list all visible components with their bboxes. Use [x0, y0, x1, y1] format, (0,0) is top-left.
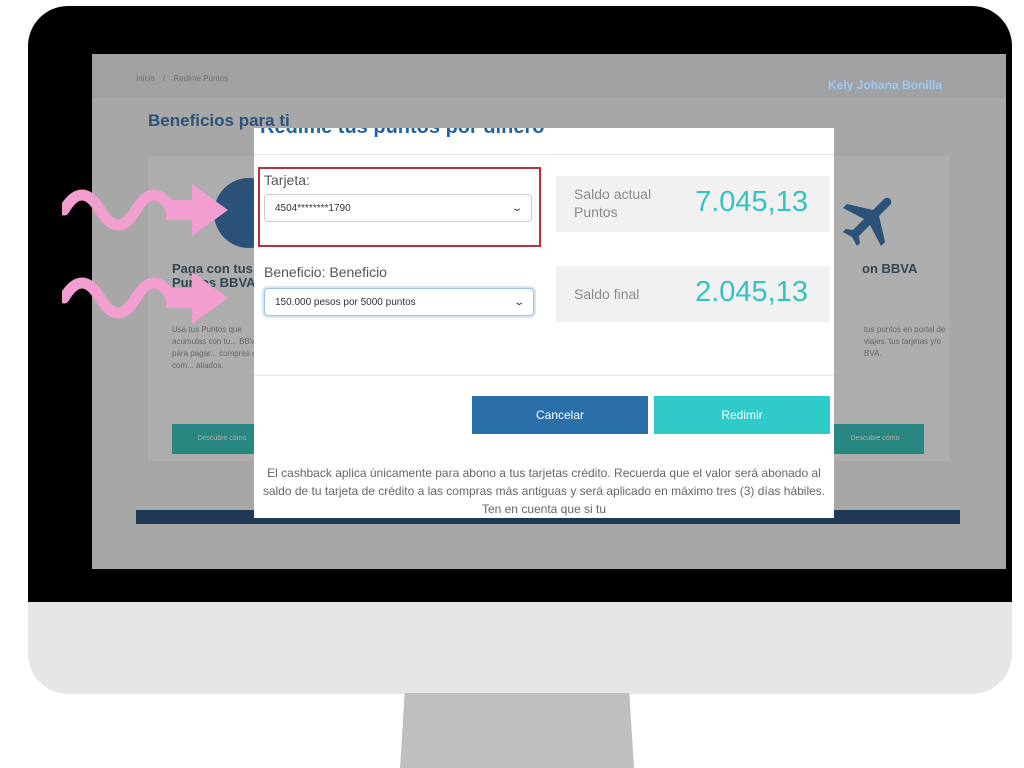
modal-title: Redime tus puntos por dinero: [260, 128, 544, 139]
current-balance-value: 7.045,13: [695, 186, 808, 218]
card-label: Tarjeta:: [264, 172, 310, 188]
cancel-button[interactable]: Cancelar: [472, 396, 648, 434]
card-select-value: 4504********1790: [275, 202, 351, 214]
current-balance-label-line2: Puntos: [574, 204, 618, 220]
final-balance-value: 2.045,13: [695, 276, 808, 308]
card-select[interactable]: 4504********1790 ⌄: [264, 194, 532, 222]
annotation-arrow-benefit: [62, 272, 228, 324]
annotation-arrow-card: [62, 184, 228, 236]
monitor-body: Inicio / Redime Puntos Beneficios para t…: [28, 6, 1012, 694]
benefit-select-value: 150.000 pesos por 5000 puntos: [275, 296, 416, 308]
final-balance-box: Saldo final 2.045,13: [556, 266, 830, 322]
chevron-down-icon: ⌄: [510, 202, 523, 214]
modal-footer-divider: [254, 375, 834, 376]
cashback-note: El cashback aplica únicamente para abono…: [262, 466, 826, 516]
current-balance-box: Saldo actual Puntos 7.045,13: [556, 176, 830, 232]
benefit-select[interactable]: 150.000 pesos por 5000 puntos ⌄: [264, 288, 534, 316]
final-balance-label: Saldo final: [574, 286, 640, 302]
monitor-stand: [400, 693, 634, 768]
current-balance-label: Saldo actual Puntos: [574, 185, 651, 221]
user-name: Kely Johana Bonilla: [827, 78, 942, 92]
modal-header-divider: [254, 154, 834, 155]
benefit-label: Beneficio: Beneficio: [264, 264, 387, 280]
redeem-button[interactable]: Redimir: [654, 396, 830, 434]
redeem-modal: Redime tus puntos por dinero Tarjeta: 45…: [254, 128, 834, 518]
chevron-down-icon: ⌄: [512, 296, 525, 308]
current-balance-label-line1: Saldo actual: [574, 186, 652, 202]
